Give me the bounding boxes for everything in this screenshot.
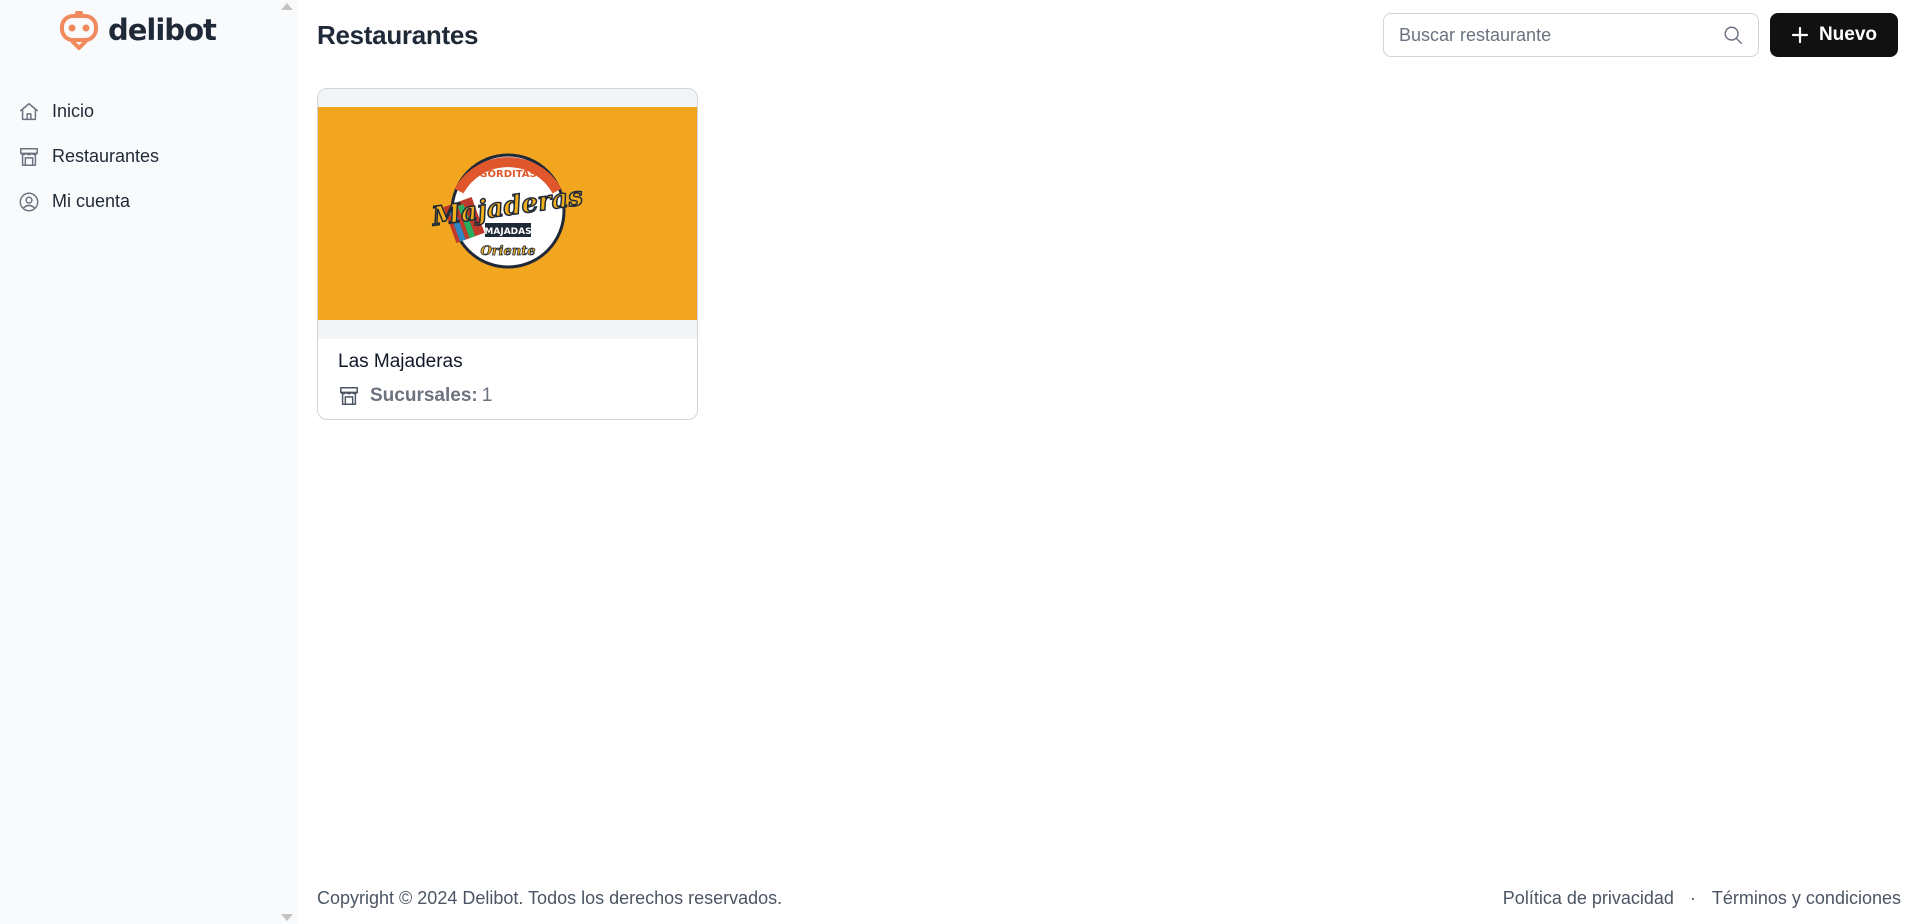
sidebar-item-mi-cuenta[interactable]: Mi cuenta [18,179,280,224]
sidebar: delibot Inicio Restaurantes Mi cuenta [0,0,297,924]
restaurant-logo-icon: GORDITAS Majaderas MAJADAS Oriente [428,153,585,268]
restaurant-card[interactable]: GORDITAS Majaderas MAJADAS Oriente Las M… [317,88,698,420]
brand-name: delibot [108,13,217,47]
home-icon [18,101,40,123]
restaurant-name: Las Majaderas [338,351,463,372]
footer-links: Política de privacidad · Términos y cond… [1503,888,1901,909]
new-button-label: Nuevo [1818,24,1878,45]
sidebar-item-label: Mi cuenta [52,191,131,211]
sidebar-item-restaurantes[interactable]: Restaurantes [18,134,280,179]
terms-link[interactable]: Términos y condiciones [1712,888,1901,909]
svg-text:MAJADAS: MAJADAS [484,227,531,237]
restaurant-image: GORDITAS Majaderas MAJADAS Oriente [318,107,697,320]
footer-separator: · [1689,888,1696,908]
svg-text:Oriente: Oriente [480,244,535,259]
restaurant-card-body: Las Majaderas Sucursales: 1 [318,339,697,419]
delibot-logo-icon [60,11,98,50]
search-box[interactable] [1383,13,1759,57]
footer: Copyright © 2024 Delibot. Todos los dere… [317,888,1901,909]
sidebar-nav: Inicio Restaurantes Mi cuenta [18,89,280,224]
store-icon [18,146,40,168]
plus-icon [1791,26,1809,44]
sidebar-item-inicio[interactable]: Inicio [18,89,280,134]
restaurant-card-media: GORDITAS Majaderas MAJADAS Oriente [318,89,697,339]
sidebar-item-label: Restaurantes [52,146,160,166]
main-content: Restaurantes Nuevo GORDITAS [297,0,1913,924]
branches-label: Sucursales: [370,385,478,406]
search-input[interactable] [1399,24,1722,46]
sidebar-item-label: Inicio [52,101,95,121]
page-title: Restaurantes [317,20,479,50]
store-icon [338,385,360,407]
branches-count: 1 [481,385,493,406]
brand[interactable]: delibot [58,10,217,50]
svg-text:GORDITAS: GORDITAS [479,169,536,180]
new-restaurant-button[interactable]: Nuevo [1770,13,1898,57]
search-icon[interactable] [1722,24,1744,46]
restaurant-branches: Sucursales: 1 [338,385,677,407]
scroll-up-arrow[interactable] [281,3,293,10]
scroll-down-arrow[interactable] [281,914,293,921]
user-circle-icon [18,191,40,213]
privacy-link[interactable]: Política de privacidad [1503,888,1674,909]
copyright-text: Copyright © 2024 Delibot. Todos los dere… [317,888,783,908]
